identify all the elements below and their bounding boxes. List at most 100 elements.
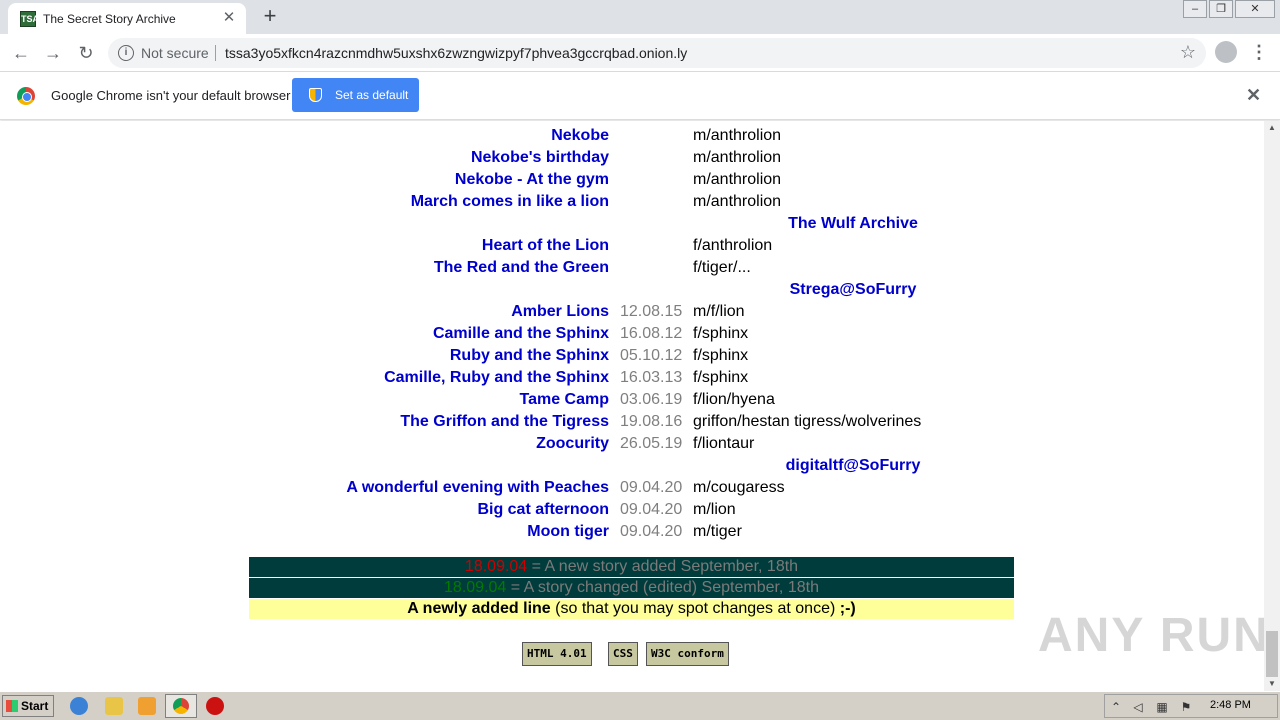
story-title-link[interactable]: Moon tiger xyxy=(527,521,609,543)
system-tray: ⌃ ◁ ▦ ⚑ 2:48 PM xyxy=(1104,694,1278,718)
section-title-link[interactable]: The Wulf Archive xyxy=(760,213,946,235)
folder-icon[interactable] xyxy=(105,697,123,715)
section-title-link[interactable]: Strega@SoFurry xyxy=(760,279,946,301)
profile-avatar-icon[interactable] xyxy=(1215,41,1237,63)
page-content: Nekobe m/anthrolion Nekobe's birthday m/ant… xyxy=(0,121,1264,691)
legend-smiley: ;-) xyxy=(839,600,856,617)
story-title-link[interactable]: Nekobe's birthday xyxy=(471,147,609,169)
chrome-taskbar-icon xyxy=(173,698,189,714)
story-title-link[interactable]: The Griffon and the Tigress xyxy=(400,411,609,433)
section-header: The Wulf Archive xyxy=(0,213,1264,235)
url-text[interactable]: tssa3yo5xfkcn4razcnmdhw5uxshx6zwzngwizpy… xyxy=(225,45,687,61)
story-tags: m/lion xyxy=(693,501,736,518)
html-401-badge[interactable]: HTML 4.01 xyxy=(522,642,592,666)
story-title-link[interactable]: Nekobe - At the gym xyxy=(455,169,609,191)
anyrun-watermark: ANY RUN xyxy=(1038,609,1270,662)
back-arrow-icon[interactable]: ← xyxy=(8,40,34,66)
volume-icon[interactable]: ◁ xyxy=(1131,700,1145,714)
story-tags: m/f/lion xyxy=(693,303,745,320)
omnibox-divider xyxy=(215,45,216,61)
story-title-link[interactable]: Nekobe xyxy=(551,125,609,147)
maximize-icon[interactable]: ❐ xyxy=(1209,0,1233,18)
legend-changed-date: 18.09.04 xyxy=(444,579,507,596)
story-title-link[interactable]: Heart of the Lion xyxy=(482,235,609,257)
legend-newline-rest: (so that you may spot changes at once) xyxy=(550,600,840,617)
not-secure-label[interactable]: Not secure xyxy=(141,45,209,61)
story-date: 16.08.12 xyxy=(620,325,683,342)
kebab-menu-icon[interactable]: ⋮ xyxy=(1250,42,1268,62)
story-row: Nekobe m/anthrolion xyxy=(0,125,1264,147)
info-icon[interactable]: i xyxy=(118,45,134,61)
story-date: 09.04.20 xyxy=(620,479,683,496)
story-tags: m/anthrolion xyxy=(693,127,782,144)
story-title-link[interactable]: Zoocurity xyxy=(536,433,609,455)
reload-icon[interactable]: ↻ xyxy=(73,40,99,66)
story-date: 26.05.19 xyxy=(620,435,683,452)
story-tags: m/anthrolion xyxy=(693,171,782,188)
default-browser-infobar: Google Chrome isn't your default browser… xyxy=(0,72,1280,120)
scroll-thumb[interactable] xyxy=(1266,631,1278,677)
story-tags: f/sphinx xyxy=(693,369,749,386)
story-row: Nekobe's birthday m/anthrolion xyxy=(0,147,1264,169)
story-row: The Red and the Green f/tiger/... xyxy=(0,257,1264,279)
story-date: 05.10.12 xyxy=(620,347,683,364)
legend-changed-text: = A story changed (edited) September, 18… xyxy=(506,579,819,596)
story-date: 12.08.15 xyxy=(620,303,683,320)
network-icon[interactable]: ▦ xyxy=(1155,700,1169,714)
story-tags: f/lion/hyena xyxy=(693,391,775,408)
legend-new-date: 18.09.04 xyxy=(464,558,528,575)
story-date: 09.04.20 xyxy=(620,523,683,540)
story-tags: griffon/hestan tigress/wolverines xyxy=(693,413,922,430)
new-tab-icon[interactable]: + xyxy=(258,5,282,29)
browser-toolbar: ← → ↻ i Not secure tssa3yo5xfkcn4razcnmd… xyxy=(0,34,1280,72)
windows-flag-icon xyxy=(6,700,18,712)
css-badge[interactable]: CSS xyxy=(608,642,638,666)
w3c-conform-badge[interactable]: W3C conform xyxy=(646,642,729,666)
story-row: The Griffon and the Tigress 19.08.16 griff… xyxy=(0,411,1264,433)
taskbar-clock[interactable]: 2:48 PM xyxy=(1210,699,1251,711)
window-close-icon[interactable]: ✕ xyxy=(1235,0,1275,18)
bookmark-star-icon[interactable]: ☆ xyxy=(1180,42,1196,63)
alert-app-icon[interactable] xyxy=(206,697,224,715)
legend-changed-story: 18.09.04 = A story changed (edited) Sept… xyxy=(249,578,1014,598)
tab-strip: TSA The Secret Story Archive ✕ + – ❐ ✕ xyxy=(0,0,1280,34)
story-row: Heart of the Lion f/anthrolion xyxy=(0,235,1264,257)
story-tags: m/anthrolion xyxy=(693,193,782,210)
story-title-link[interactable]: Camille, Ruby and the Sphinx xyxy=(384,367,609,389)
story-title-link[interactable]: March comes in like a lion xyxy=(411,191,609,213)
story-title-link[interactable]: The Red and the Green xyxy=(434,257,609,279)
action-center-flag-icon[interactable]: ⚑ xyxy=(1179,700,1193,714)
chrome-taskbar-button[interactable] xyxy=(165,694,197,718)
story-tags: m/tiger xyxy=(693,523,742,540)
minimize-icon[interactable]: – xyxy=(1183,0,1207,18)
story-title-link[interactable]: Camille and the Sphinx xyxy=(433,323,609,345)
section-title-link[interactable]: digitaltf@SoFurry xyxy=(760,455,946,477)
scroll-down-icon[interactable]: ▼ xyxy=(1264,677,1280,691)
story-row: Big cat afternoon 09.04.20 m/lion xyxy=(0,499,1264,521)
media-player-icon[interactable] xyxy=(138,697,156,715)
story-row: Tame Camp 03.06.19 f/lion/hyena xyxy=(0,389,1264,411)
story-title-link[interactable]: Big cat afternoon xyxy=(477,499,609,521)
browser-tab[interactable]: TSA The Secret Story Archive ✕ xyxy=(8,3,246,34)
story-title-link[interactable]: A wonderful evening with Peaches xyxy=(346,477,609,499)
ie-icon[interactable] xyxy=(70,697,88,715)
story-tags: f/anthrolion xyxy=(693,237,773,254)
set-as-default-button[interactable]: Set as default xyxy=(292,78,419,112)
start-button[interactable]: Start xyxy=(2,695,54,717)
page-scrollbar[interactable]: ▲ ▼ xyxy=(1264,121,1280,691)
story-row: Camille and the Sphinx 16.08.12 f/sphinx xyxy=(0,323,1264,345)
close-tab-icon[interactable]: ✕ xyxy=(220,9,238,27)
address-bar[interactable]: i Not secure tssa3yo5xfkcn4razcnmdhw5uxs… xyxy=(108,38,1206,68)
story-date: 03.06.19 xyxy=(620,391,683,408)
story-row: Amber Lions 12.08.15 m/f/lion xyxy=(0,301,1264,323)
tray-expand-icon[interactable]: ⌃ xyxy=(1109,700,1123,714)
story-tags: f/sphinx xyxy=(693,347,749,364)
forward-arrow-icon[interactable]: → xyxy=(40,40,66,66)
story-title-link[interactable]: Tame Camp xyxy=(519,389,609,411)
infobar-close-icon[interactable]: ✕ xyxy=(1246,85,1261,106)
scroll-up-icon[interactable]: ▲ xyxy=(1264,121,1280,135)
story-title-link[interactable]: Amber Lions xyxy=(511,301,609,323)
story-title-link[interactable]: Ruby and the Sphinx xyxy=(450,345,609,367)
story-row: Camille, Ruby and the Sphinx 16.03.13 f/sp… xyxy=(0,367,1264,389)
chrome-logo-icon xyxy=(17,87,35,105)
